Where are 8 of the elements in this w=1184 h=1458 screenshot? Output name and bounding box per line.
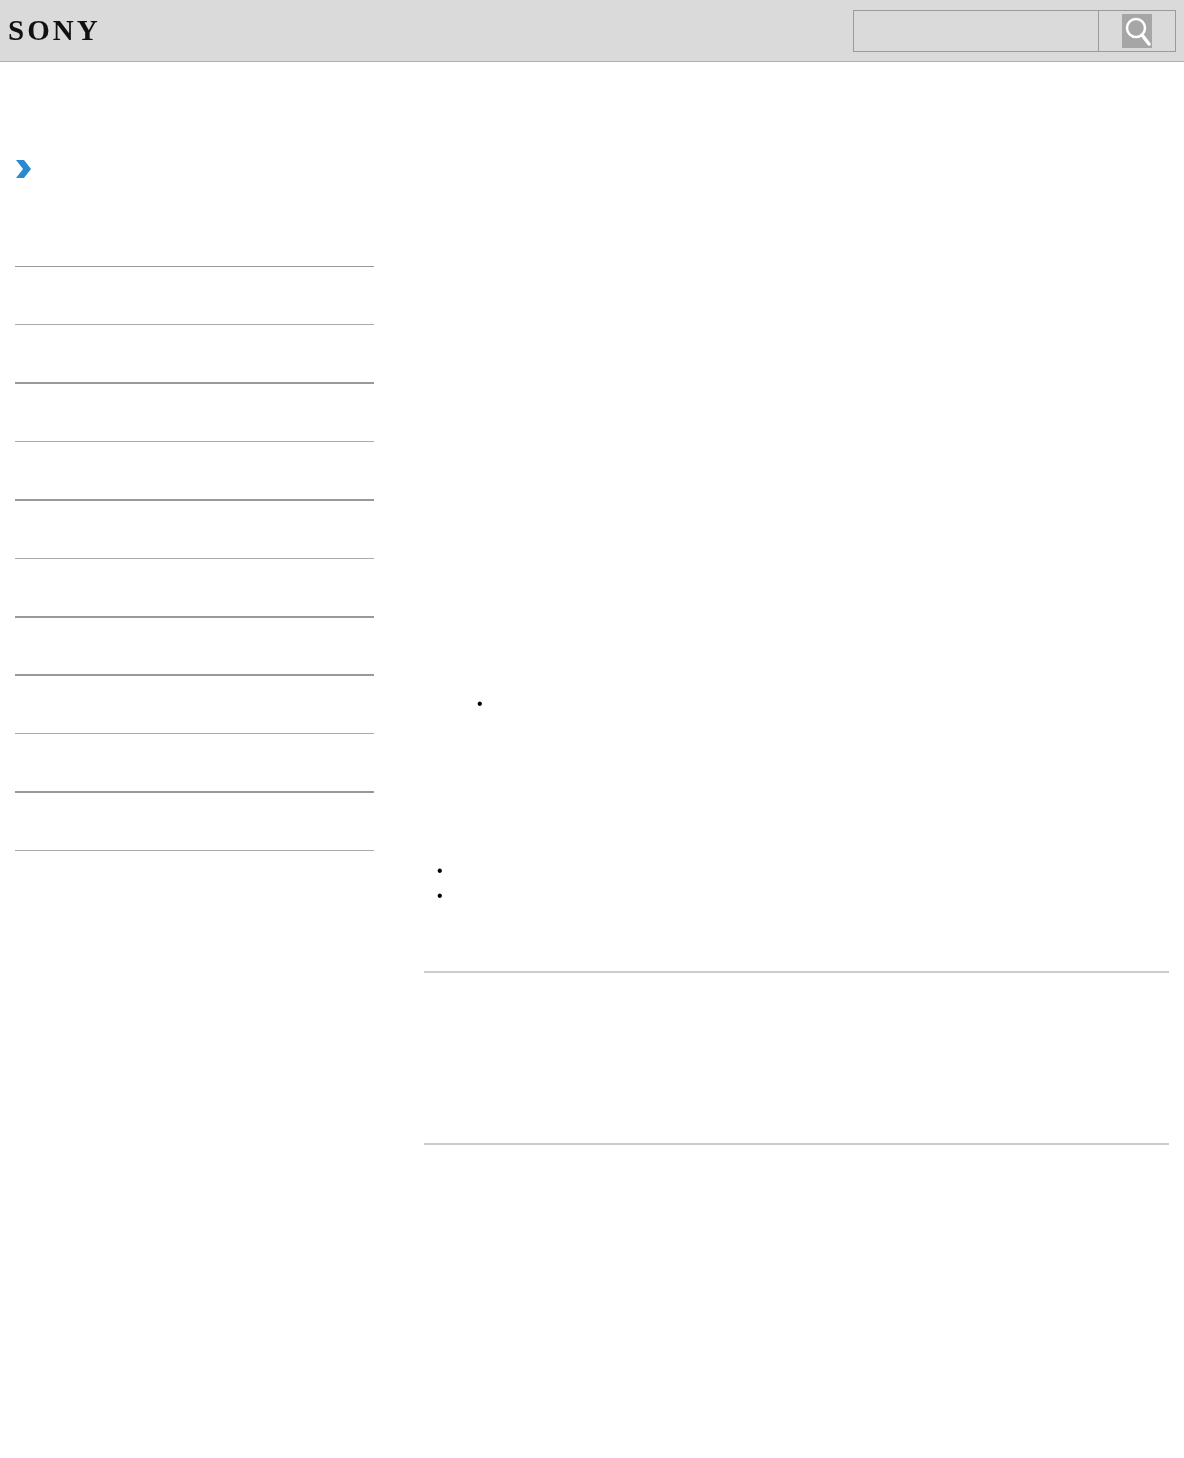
bullet-mark: • <box>477 695 483 712</box>
logo[interactable]: SONY <box>8 16 101 45</box>
bullet-mark: • <box>437 861 443 881</box>
search-icon <box>1122 13 1152 48</box>
search-field[interactable] <box>853 9 1099 52</box>
search-button[interactable] <box>1099 9 1176 52</box>
bullet-mark: • <box>437 886 443 906</box>
chevron-icon <box>15 160 31 178</box>
